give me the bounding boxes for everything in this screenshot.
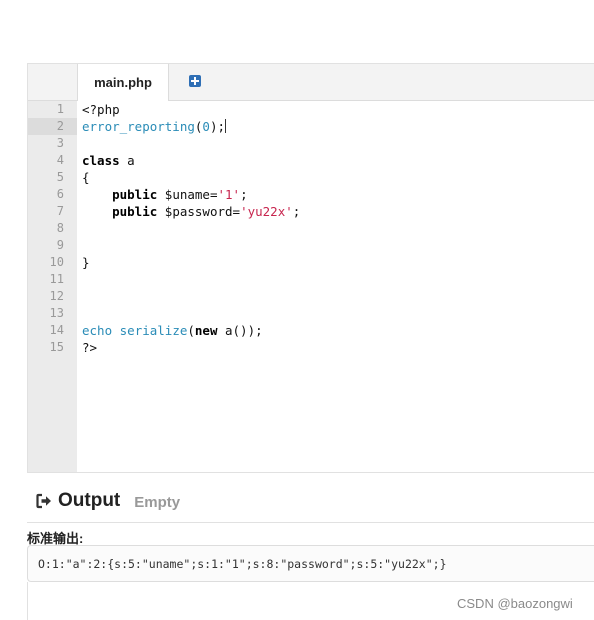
sign-out-arrow-icon	[36, 493, 52, 509]
paren: (	[187, 323, 195, 338]
semicolon: ;	[240, 187, 248, 202]
stdout-box[interactable]: O:1:"a":2:{s:5:"uname";s:1:"1";s:8:"pass…	[27, 545, 594, 582]
text-cursor	[225, 119, 227, 133]
function-name: serialize	[119, 323, 188, 338]
output-header: Output Empty	[36, 488, 180, 514]
code-line-10: }	[77, 254, 594, 271]
brace-close: }	[82, 255, 90, 270]
line-number: 9	[56, 238, 64, 252]
keyword-new: new	[194, 323, 218, 338]
semicolon: ;	[292, 204, 301, 219]
property-uname: $uname=	[157, 187, 218, 202]
code-line-5: {	[77, 169, 594, 186]
line-number: 7	[56, 204, 64, 218]
function-name: error_reporting	[82, 119, 195, 134]
line-number: 13	[49, 306, 64, 320]
line-number: 10	[49, 255, 64, 269]
class-name: a	[119, 153, 135, 168]
string-literal: '1'	[217, 187, 241, 202]
code-line-6: public $uname='1';	[77, 186, 594, 203]
string-literal: 'yu22x'	[240, 204, 293, 219]
line-number: 11	[49, 272, 64, 286]
output-title: Output	[58, 490, 121, 511]
keyword-echo: echo	[82, 323, 113, 338]
line-number: 3	[56, 136, 64, 150]
line-number: 4	[56, 153, 64, 167]
line-number: 14	[49, 323, 64, 337]
output-left-border	[27, 582, 28, 620]
keyword-class: class	[82, 153, 120, 168]
plus-square-icon[interactable]	[189, 75, 201, 87]
line-number: 5	[56, 170, 64, 184]
line-number: 12	[49, 289, 64, 303]
property-password: $password=	[157, 204, 241, 219]
code-line-15: ?>	[77, 339, 594, 356]
stdout-text: O:1:"a":2:{s:5:"uname";s:1:"1";s:8:"pass…	[38, 557, 447, 571]
php-close-tag: ?>	[82, 340, 98, 355]
code-line-2: error_reporting(0);	[77, 118, 594, 135]
code-line-14: echo serialize(new a());	[77, 322, 594, 339]
output-status: Empty	[134, 494, 181, 511]
constructor-call: a());	[217, 323, 263, 338]
line-number: 6	[56, 187, 64, 201]
code-line-4: class a	[77, 152, 594, 169]
output-divider	[27, 522, 594, 523]
code-line-7: public $password='yu22x';	[77, 203, 594, 220]
code-line-1: <?php	[77, 101, 594, 118]
editor-tab-bar: main.php	[28, 64, 594, 101]
keyword-public: public	[112, 187, 158, 202]
line-number-active: 2	[28, 118, 77, 135]
number-literal: 0	[202, 119, 210, 134]
line-number: 8	[56, 221, 64, 235]
code-editor: main.php 1 2 3 4 5 6 7 8 9 10 11 12 13 1…	[27, 63, 594, 473]
line-number-gutter: 1 2 3 4 5 6 7 8 9 10 11 12 13 14 15	[28, 101, 77, 472]
watermark: CSDN @baozongwi	[457, 596, 573, 611]
php-open-tag: <?php	[82, 102, 120, 117]
brace-open: {	[82, 170, 90, 185]
code-text-area[interactable]: <?php error_reporting(0); class a { publ…	[77, 101, 594, 472]
tab-main-php[interactable]: main.php	[77, 64, 169, 101]
paren-end: );	[209, 119, 226, 134]
line-number: 15	[49, 340, 64, 354]
keyword-public: public	[112, 204, 158, 219]
line-number: 1	[56, 102, 64, 116]
